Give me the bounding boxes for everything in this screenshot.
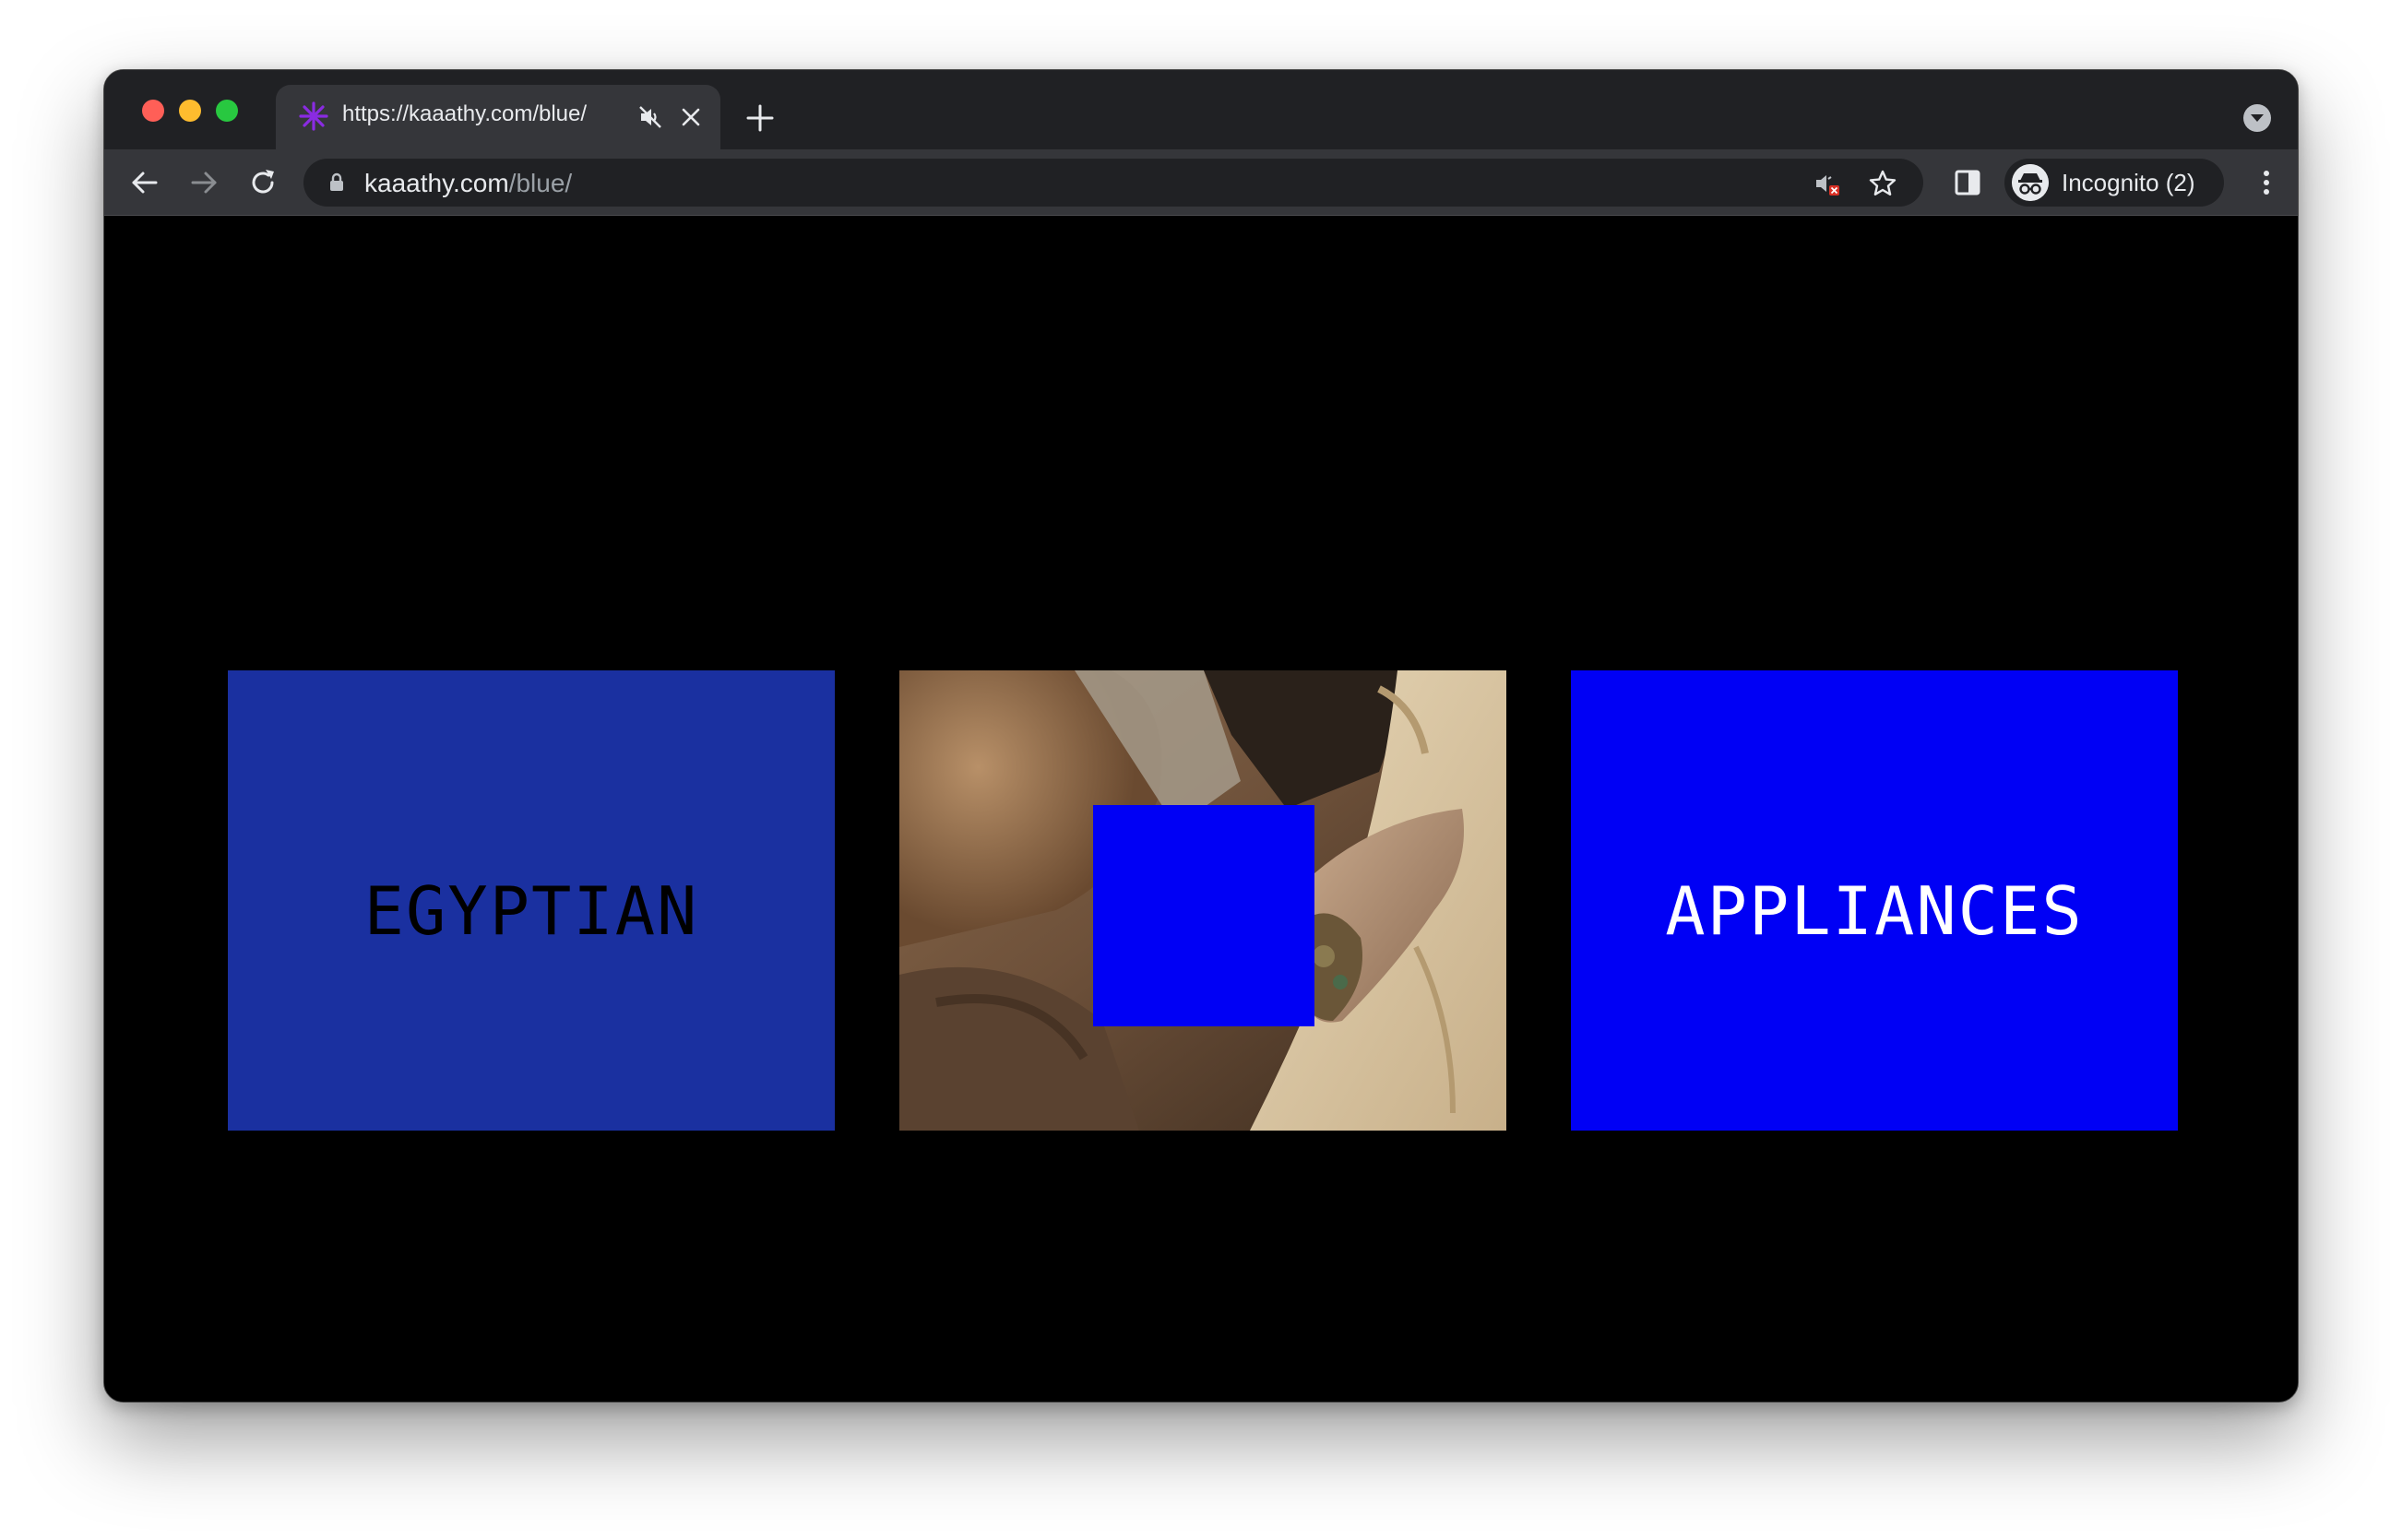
arrow-left-icon[interactable]	[128, 166, 161, 199]
profile-label: Incognito (2)	[2062, 169, 2195, 196]
window-close-button[interactable]	[142, 100, 164, 122]
url-text[interactable]: kaaathy.com/blue/	[364, 169, 572, 198]
star-icon[interactable]	[1868, 169, 1897, 198]
window-minimize-button[interactable]	[179, 100, 201, 122]
plus-icon[interactable]	[744, 102, 776, 134]
chevron-down-icon[interactable]	[2242, 103, 2272, 133]
close-icon[interactable]	[678, 104, 704, 130]
page-content: EGYPTIAN APPLIANCES	[104, 216, 2298, 1402]
tab-title: https://kaaathy.com/blue/	[342, 101, 588, 126]
blue-square-overlay	[1093, 805, 1314, 1026]
browser-window: https://kaaathy.com/blue/ kaaathy.com/bl…	[103, 69, 2299, 1403]
card-photo[interactable]	[899, 670, 1506, 1131]
url-path: /blue/	[508, 169, 573, 197]
arrow-right-icon[interactable]	[187, 166, 220, 199]
address-bar[interactable]: kaaathy.com/blue/	[303, 159, 1923, 207]
screenshot-stage: https://kaaathy.com/blue/ kaaathy.com/bl…	[0, 0, 2402, 1540]
speaker-muted-icon[interactable]	[637, 104, 663, 130]
side-panel-icon[interactable]	[1951, 166, 1984, 199]
browser-tab-active[interactable]: https://kaaathy.com/blue/	[276, 85, 720, 149]
site-muted-icon[interactable]	[1813, 169, 1842, 198]
card-label-appliances: APPLIANCES	[1665, 871, 2084, 950]
card-label-egyptian: EGYPTIAN	[363, 871, 699, 950]
card-egyptian[interactable]: EGYPTIAN	[228, 670, 835, 1131]
lock-icon[interactable]	[326, 172, 348, 194]
kebab-menu-icon[interactable]	[2250, 166, 2283, 199]
asterisk-icon	[299, 101, 328, 131]
tab-strip: https://kaaathy.com/blue/	[104, 70, 2298, 149]
url-host: kaaathy.com	[364, 169, 509, 197]
profile-incognito-button[interactable]: Incognito (2)	[2004, 159, 2224, 207]
window-zoom-button[interactable]	[216, 100, 238, 122]
card-appliances[interactable]: APPLIANCES	[1571, 670, 2178, 1131]
browser-toolbar: kaaathy.com/blue/ Incognito (2)	[104, 149, 2298, 216]
incognito-icon	[2012, 164, 2049, 201]
reload-icon[interactable]	[246, 166, 279, 199]
